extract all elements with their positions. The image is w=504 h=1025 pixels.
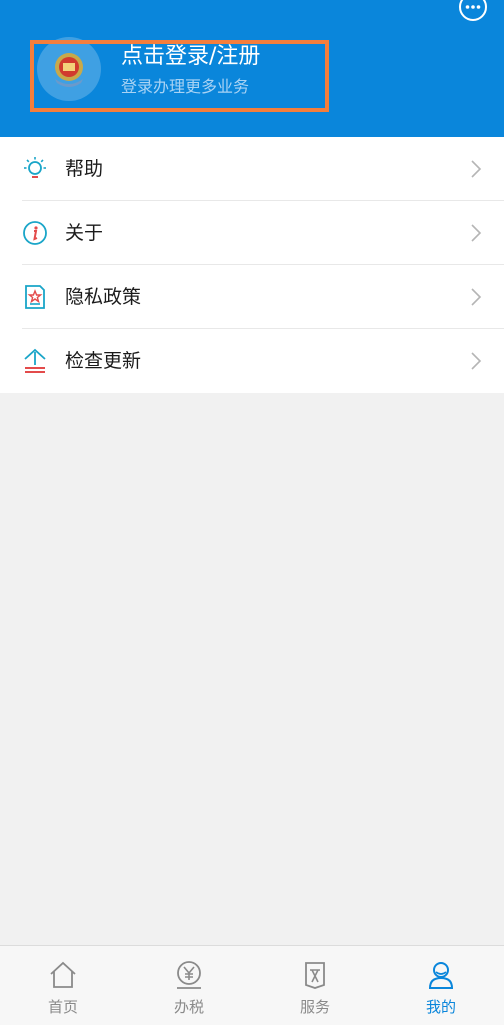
tab-label: 首页 xyxy=(47,998,78,1016)
menu-item-help[interactable]: 帮助 xyxy=(0,137,504,201)
menu-item-about[interactable]: 关于 xyxy=(0,201,504,265)
profile-header: 点击登录/注册 登录办理更多业务 xyxy=(0,0,504,137)
update-arrow-icon xyxy=(24,348,46,373)
tab-tax[interactable]: 办税 xyxy=(126,946,252,1025)
menu-item-label: 帮助 xyxy=(65,158,104,180)
tab-home[interactable]: 首页 xyxy=(0,946,126,1025)
menu-item-label: 关于 xyxy=(65,222,104,244)
login-title[interactable]: 点击登录/注册 xyxy=(121,42,260,72)
chat-bubble-icon[interactable] xyxy=(458,0,488,22)
tab-label: 我的 xyxy=(425,998,456,1016)
tab-label: 办税 xyxy=(173,998,204,1016)
bottom-tab-bar: 首页 办税 服务 我的 xyxy=(0,945,504,1025)
service-tag-icon xyxy=(305,962,325,989)
chevron-right-icon xyxy=(471,288,482,306)
user-icon xyxy=(428,962,454,989)
tax-yen-icon xyxy=(177,961,201,989)
tab-mine[interactable]: 我的 xyxy=(378,946,504,1025)
login-subtitle: 登录办理更多业务 xyxy=(121,77,250,96)
menu-item-label: 隐私政策 xyxy=(65,286,142,308)
chevron-right-icon xyxy=(471,224,482,242)
tab-label: 服务 xyxy=(299,998,330,1016)
chevron-right-icon xyxy=(471,352,482,370)
info-icon xyxy=(23,221,47,245)
lightbulb-icon xyxy=(24,157,46,178)
menu-item-check-update[interactable]: 检查更新 xyxy=(0,329,504,393)
privacy-document-icon xyxy=(25,285,45,309)
menu-item-privacy[interactable]: 隐私政策 xyxy=(0,265,504,329)
tab-service[interactable]: 服务 xyxy=(252,946,378,1025)
chevron-right-icon xyxy=(471,160,482,178)
home-icon xyxy=(50,961,76,988)
settings-menu: 帮助 关于 隐私政策 检查更新 xyxy=(0,137,504,393)
menu-item-label: 检查更新 xyxy=(65,350,142,372)
